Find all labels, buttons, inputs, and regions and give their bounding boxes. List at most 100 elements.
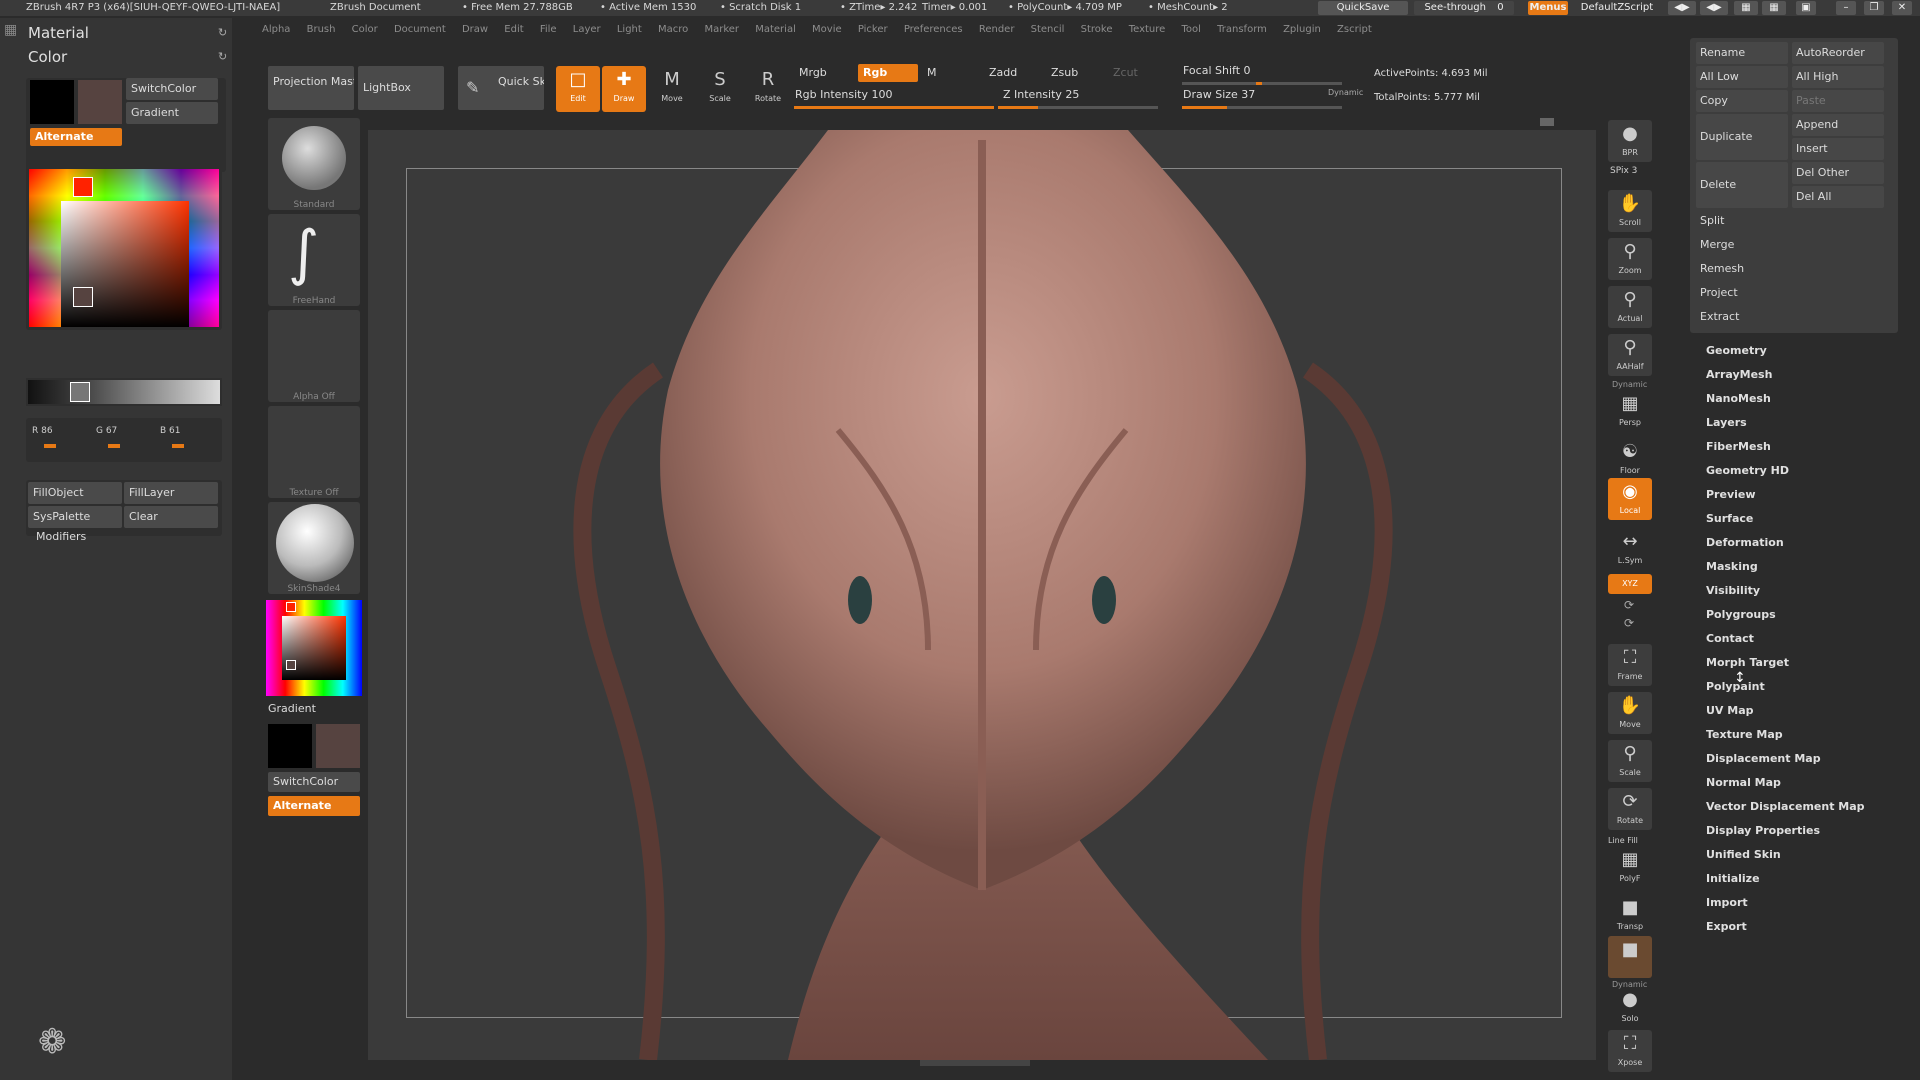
material-palette-title[interactable]: Material: [28, 24, 89, 42]
m-button[interactable]: M: [922, 64, 952, 82]
fill-layer-button[interactable]: FillLayer: [124, 482, 218, 504]
menu-macro[interactable]: Macro: [658, 24, 688, 35]
append-button[interactable]: Append: [1792, 114, 1884, 136]
rename-button[interactable]: Rename: [1696, 42, 1788, 64]
menu-stroke[interactable]: Stroke: [1081, 24, 1113, 35]
mini-switch-color-button[interactable]: SwitchColor: [268, 772, 360, 792]
r-value[interactable]: R 86: [32, 426, 53, 436]
b-slider-handle[interactable]: [172, 444, 184, 448]
submenu-initialize[interactable]: Initialize: [1706, 872, 1760, 885]
projection-master-button[interactable]: Projection Master: [268, 66, 354, 110]
draw-size-track[interactable]: [1182, 106, 1342, 109]
submenu-displacement-map[interactable]: Displacement Map: [1706, 752, 1821, 765]
seethrough-slider[interactable]: See-through 0: [1414, 1, 1514, 15]
rgb-button[interactable]: Rgb: [858, 64, 918, 82]
color-cursor[interactable]: [73, 287, 93, 307]
menu-alpha[interactable]: Alpha: [262, 24, 290, 35]
menu-zplugin[interactable]: Zplugin: [1283, 24, 1321, 35]
submenu-morph-target[interactable]: Morph Target: [1706, 656, 1789, 669]
quicksave-button[interactable]: QuickSave: [1318, 1, 1408, 15]
canvas-viewport[interactable]: [368, 130, 1596, 1060]
value-slider[interactable]: [26, 378, 222, 406]
bottom-tray-handle[interactable]: [920, 1060, 1030, 1066]
scale-button[interactable]: S Scale: [698, 66, 742, 112]
menu-layer[interactable]: Layer: [573, 24, 601, 35]
nav-rotate-button[interactable]: ⟳ Rotate: [1608, 788, 1652, 830]
menu-movie[interactable]: Movie: [812, 24, 842, 35]
layout-icon[interactable]: ▦: [1734, 1, 1758, 15]
value-slider-handle[interactable]: [70, 382, 90, 402]
mini-saturation-square[interactable]: [282, 616, 346, 680]
persp-dynamic-label[interactable]: Dynamic: [1612, 380, 1647, 389]
menu-marker[interactable]: Marker: [704, 24, 739, 35]
split-menu[interactable]: Split: [1696, 210, 1892, 232]
g-value[interactable]: G 67: [96, 426, 117, 436]
all-low-button[interactable]: All Low: [1696, 66, 1788, 88]
submenu-visibility[interactable]: Visibility: [1706, 584, 1760, 597]
submenu-surface[interactable]: Surface: [1706, 512, 1753, 525]
zcut-button[interactable]: Zcut: [1108, 64, 1148, 82]
menu-texture[interactable]: Texture: [1129, 24, 1166, 35]
minimize-icon[interactable]: –: [1836, 1, 1856, 15]
zsub-button[interactable]: Zsub: [1046, 64, 1096, 82]
menu-file[interactable]: File: [540, 24, 557, 35]
solo-button[interactable]: ● Solo: [1608, 986, 1652, 1028]
mrgb-button[interactable]: Mrgb: [794, 64, 854, 82]
submenu-nanomesh[interactable]: NanoMesh: [1706, 392, 1771, 405]
local-button[interactable]: ◉ Local: [1608, 478, 1652, 520]
menu-tool[interactable]: Tool: [1182, 24, 1201, 35]
submenu-fibermesh[interactable]: FiberMesh: [1706, 440, 1771, 453]
duplicate-button[interactable]: Duplicate: [1696, 114, 1788, 160]
menu-picker[interactable]: Picker: [858, 24, 888, 35]
xpose-button[interactable]: ⛶ Xpose: [1608, 1030, 1652, 1072]
z-intensity-track[interactable]: [998, 106, 1158, 109]
menu-preferences[interactable]: Preferences: [904, 24, 963, 35]
clear-button[interactable]: Clear: [124, 506, 218, 528]
focal-shift-slider[interactable]: Focal Shift 0: [1178, 62, 1338, 80]
submenu-display-properties[interactable]: Display Properties: [1706, 824, 1820, 837]
del-other-button[interactable]: Del Other: [1792, 162, 1884, 184]
submenu-layers[interactable]: Layers: [1706, 416, 1747, 429]
stroke-thumbnail[interactable]: ∫ FreeHand: [268, 214, 360, 306]
focal-shift-track[interactable]: [1182, 82, 1342, 85]
mini-hue-cursor[interactable]: [286, 602, 296, 612]
material-thumbnail[interactable]: SkinShade4: [268, 502, 360, 594]
texture-thumbnail[interactable]: Texture Off: [268, 406, 360, 498]
saturation-square[interactable]: [61, 201, 189, 327]
hue-ring[interactable]: [29, 169, 219, 327]
modifiers-label[interactable]: Modifiers: [36, 530, 86, 543]
aahalf-button[interactable]: ⚲ AAHalf: [1608, 334, 1652, 376]
submenu-deformation[interactable]: Deformation: [1706, 536, 1784, 549]
menu-document[interactable]: Document: [394, 24, 446, 35]
z-intensity-slider[interactable]: Z Intensity 25: [998, 86, 1158, 104]
close-icon[interactable]: ✕: [1892, 1, 1912, 15]
tray-grip-icon[interactable]: ▦: [4, 22, 22, 40]
palette-arrows-icon-2[interactable]: ◀▶: [1700, 1, 1728, 15]
rotate-z-icon[interactable]: ⟳: [1624, 616, 1634, 630]
paste-button[interactable]: Paste: [1792, 90, 1884, 112]
secondary-color-swatch[interactable]: [78, 80, 122, 124]
menu-material[interactable]: Material: [755, 24, 796, 35]
ghost-button[interactable]: ■: [1608, 936, 1652, 978]
submenu-uv-map[interactable]: UV Map: [1706, 704, 1754, 717]
refresh-icon[interactable]: ↻: [218, 26, 227, 39]
persp-button[interactable]: ▦ Persp: [1608, 390, 1652, 432]
autoreorder-button[interactable]: AutoReorder: [1792, 42, 1884, 64]
menu-stencil[interactable]: Stencil: [1031, 24, 1065, 35]
mini-primary-swatch[interactable]: [268, 724, 312, 768]
mini-alternate-button[interactable]: Alternate: [268, 796, 360, 816]
floor-button[interactable]: ☯ Floor: [1608, 438, 1652, 480]
remesh-menu[interactable]: Remesh: [1696, 258, 1892, 280]
dynamic-toggle[interactable]: Dynamic: [1328, 88, 1363, 97]
xyz-button[interactable]: XYZ: [1608, 574, 1652, 594]
frame-button[interactable]: ⛶ Frame: [1608, 644, 1652, 686]
polyf-button[interactable]: ▦ PolyF: [1608, 846, 1652, 888]
color-palette-title[interactable]: Color: [28, 48, 67, 66]
submenu-geometry[interactable]: Geometry: [1706, 344, 1767, 357]
viewport-scroll-handle[interactable]: [1540, 118, 1554, 126]
submenu-preview[interactable]: Preview: [1706, 488, 1756, 501]
zadd-button[interactable]: Zadd: [984, 64, 1034, 82]
alternate-button[interactable]: Alternate: [30, 128, 122, 146]
menu-draw[interactable]: Draw: [462, 24, 488, 35]
menu-render[interactable]: Render: [979, 24, 1015, 35]
